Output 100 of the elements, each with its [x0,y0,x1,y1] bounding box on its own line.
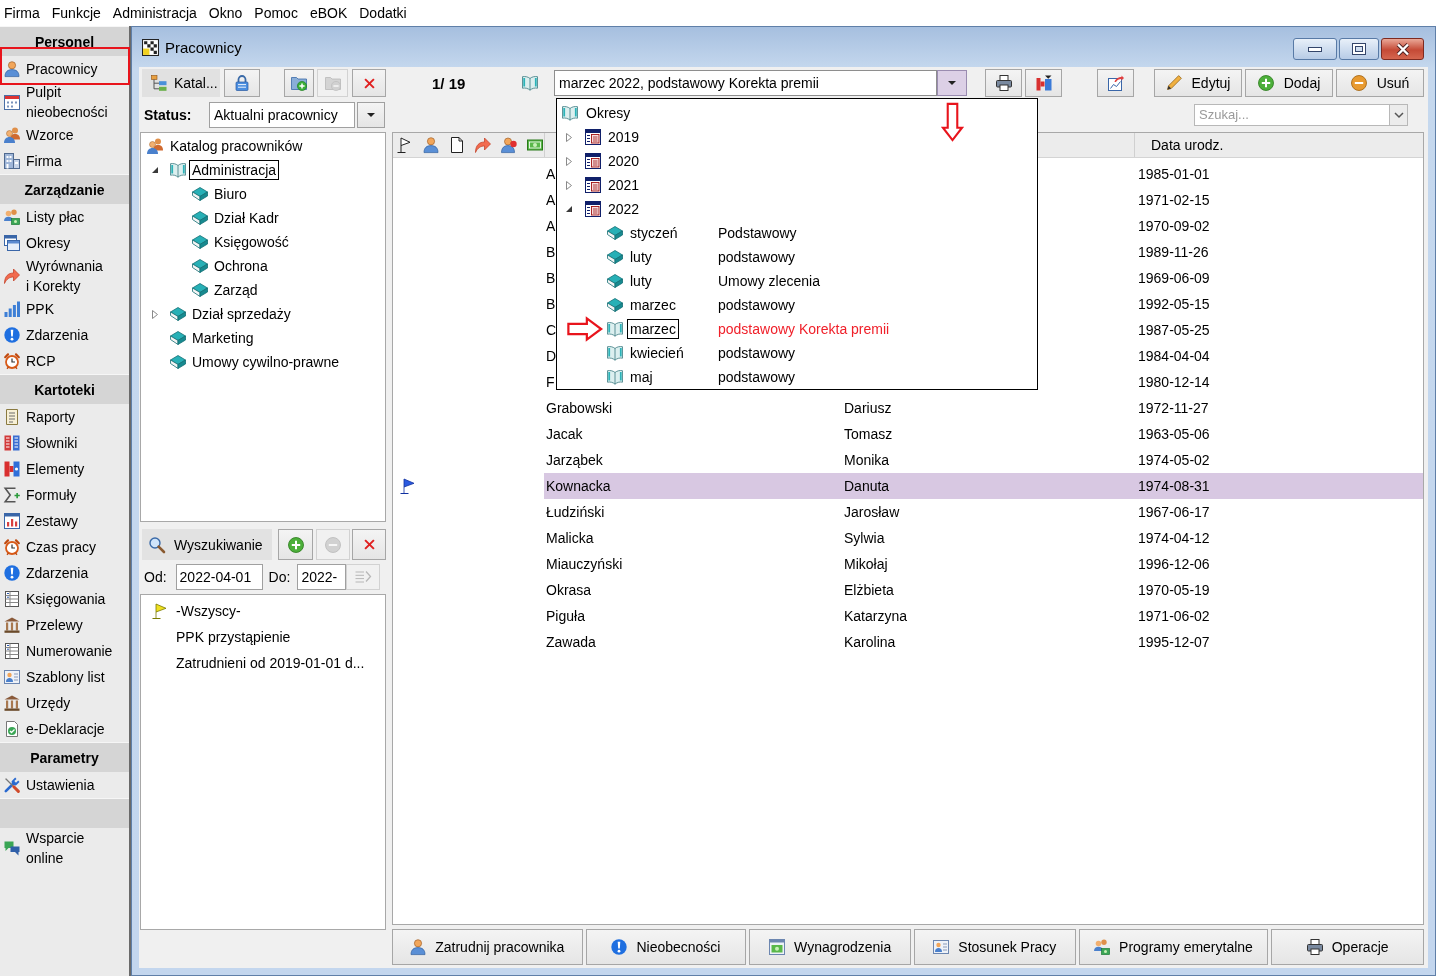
dropdown-button[interactable] [1389,103,1408,126]
sidebar-item[interactable]: Pulpit nieobecności [0,82,129,122]
close-button[interactable] [1381,38,1424,60]
date-field[interactable]: 2022- [297,564,347,590]
triangle-icon[interactable] [566,206,572,212]
tree-item[interactable]: luty [627,247,655,267]
add-folder-button[interactable] [284,69,314,97]
cell-text: Katarzyna [844,608,908,624]
sidebar-item[interactable]: e-Deklaracje [0,716,129,742]
curved-arrow-icon[interactable] [475,137,491,153]
sidebar-item[interactable]: Czas pracy [0,534,129,560]
absences-button[interactable]: Nieobecności [585,929,747,965]
menu-item[interactable]: Dodatki [355,2,412,24]
tree-item[interactable]: Księgowość [211,232,292,252]
sidebar-item[interactable]: Listy płac [0,204,129,230]
cell-text: 1972-11-27 [1138,400,1209,416]
catalog-button[interactable]: Katal... [142,69,220,97]
add-button[interactable]: Dodaj [1245,69,1333,97]
sidebar-item[interactable]: Urzędy [0,690,129,716]
sidebar-item[interactable]: Zestawy [0,508,129,534]
clear-button[interactable] [352,529,386,560]
tree-item[interactable]: styczeń [627,223,681,243]
employment-button[interactable]: Stosunek Pracy [914,929,1076,965]
dropdown-button[interactable] [937,70,967,96]
sidebar-item[interactable]: Szablony list [0,664,129,690]
print-button[interactable] [985,69,1022,97]
tree-item[interactable]: maj [627,367,656,387]
tree-item[interactable]: Dział Kadr [211,208,282,228]
tree-item[interactable]: Katalog pracowników [167,136,306,156]
maximize-button[interactable] [1339,38,1379,60]
delete-button[interactable] [352,69,386,97]
column-header[interactable]: Data urodz. [1151,137,1224,153]
menu-item[interactable]: Firma [0,2,45,24]
triangle-icon[interactable] [152,167,158,173]
status-field[interactable]: Aktualni pracownicy [209,101,355,128]
delete-button[interactable]: Usuń [1336,69,1424,97]
search-field[interactable]: Szukaj... [1194,103,1389,126]
menu-item[interactable]: Okno [204,2,248,24]
tree-item[interactable]: 2019 [608,129,640,145]
period-field[interactable]: marzec 2022, podstawowy Korekta premii [554,70,937,96]
filter-item[interactable]: Zatrudnieni od 2019-01-01 d... [141,650,385,676]
sidebar-item[interactable]: Zdarzenia [0,560,129,586]
sidebar-item[interactable]: Numerowanie [0,638,129,664]
operations-button[interactable]: Operacje [1271,929,1424,965]
person-icon[interactable] [423,137,439,153]
sidebar-item[interactable]: RCP [0,348,129,374]
page-icon[interactable] [449,137,465,153]
tree-item[interactable]: luty [627,271,655,291]
tree-item[interactable]: Biuro [211,184,250,204]
sidebar-item[interactable]: Okresy [0,230,129,256]
tree-item[interactable]: kwiecień [627,343,687,363]
sidebar-item[interactable]: Wyrównania i Korekty [0,256,129,296]
menu-item[interactable]: Pomoc [250,2,303,24]
minimize-button[interactable] [1293,38,1337,60]
chat-icon [4,840,20,856]
date-field[interactable]: 2022-04-01 [175,564,263,590]
money-icon[interactable] [527,137,543,153]
filter-item[interactable]: PPK przystąpienie [141,624,385,650]
toolbar-button[interactable] [1025,69,1062,97]
menu-item[interactable]: eBOK [305,2,353,24]
sidebar-item[interactable]: Księgowania [0,586,129,612]
sidebar-item[interactable]: Wsparcie online [0,828,129,868]
tree-item[interactable]: 2020 [608,153,640,169]
menu-item[interactable]: Funkcje [47,2,106,24]
filter-item[interactable]: -Wszyscy- [141,598,385,624]
sidebar-item[interactable]: Firma [0,148,129,174]
tree-item[interactable]: marzec [627,319,679,339]
sidebar-item[interactable]: Raporty [0,404,129,430]
menu-item[interactable]: Administracja [108,2,202,24]
pensions-button[interactable]: Programy emerytalne [1078,929,1269,965]
salaries-button[interactable]: Wynagrodzenia [749,929,911,965]
hire-button[interactable]: Zatrudnij pracownika [392,929,583,965]
tree-item[interactable]: Marketing [189,328,257,348]
sidebar-item[interactable]: Formuły [0,482,129,508]
sidebar-item[interactable]: Zdarzenia [0,322,129,348]
tree-item[interactable]: Administracja [189,160,280,180]
sidebar-item[interactable]: Pracownicy [0,56,129,82]
lock-button[interactable] [224,69,260,97]
flag-icon[interactable] [397,137,413,153]
tree-item[interactable]: Ochrona [211,256,271,276]
add-button[interactable] [278,529,313,560]
tree-item[interactable]: Dział sprzedaży [189,304,294,324]
sidebar-item[interactable]: PPK [0,296,129,322]
cell-text: 1996-12-06 [1138,556,1210,572]
edit-button[interactable]: Edytuj [1154,69,1242,97]
sidebar-item[interactable]: Wzorce [0,122,129,148]
table-icon [4,643,20,659]
person-icon[interactable] [501,137,517,153]
tree-item[interactable]: 2021 [608,177,640,193]
sidebar-item[interactable]: Przelewy [0,612,129,638]
tree-item[interactable]: Umowy cywilno-prawne [189,352,343,372]
dropdown-button[interactable] [357,101,385,128]
sidebar-item[interactable]: Elementy [0,456,129,482]
tree-item[interactable]: Okresy [586,105,631,121]
tree-item[interactable]: Zarząd [211,280,261,300]
sidebar-item[interactable]: Słowniki [0,430,129,456]
tree-item[interactable]: 2022 [608,201,640,217]
tree-item[interactable]: marzec [627,295,679,315]
sidebar-item[interactable]: Ustawienia [0,772,129,798]
toolbar-button[interactable] [1097,69,1134,97]
